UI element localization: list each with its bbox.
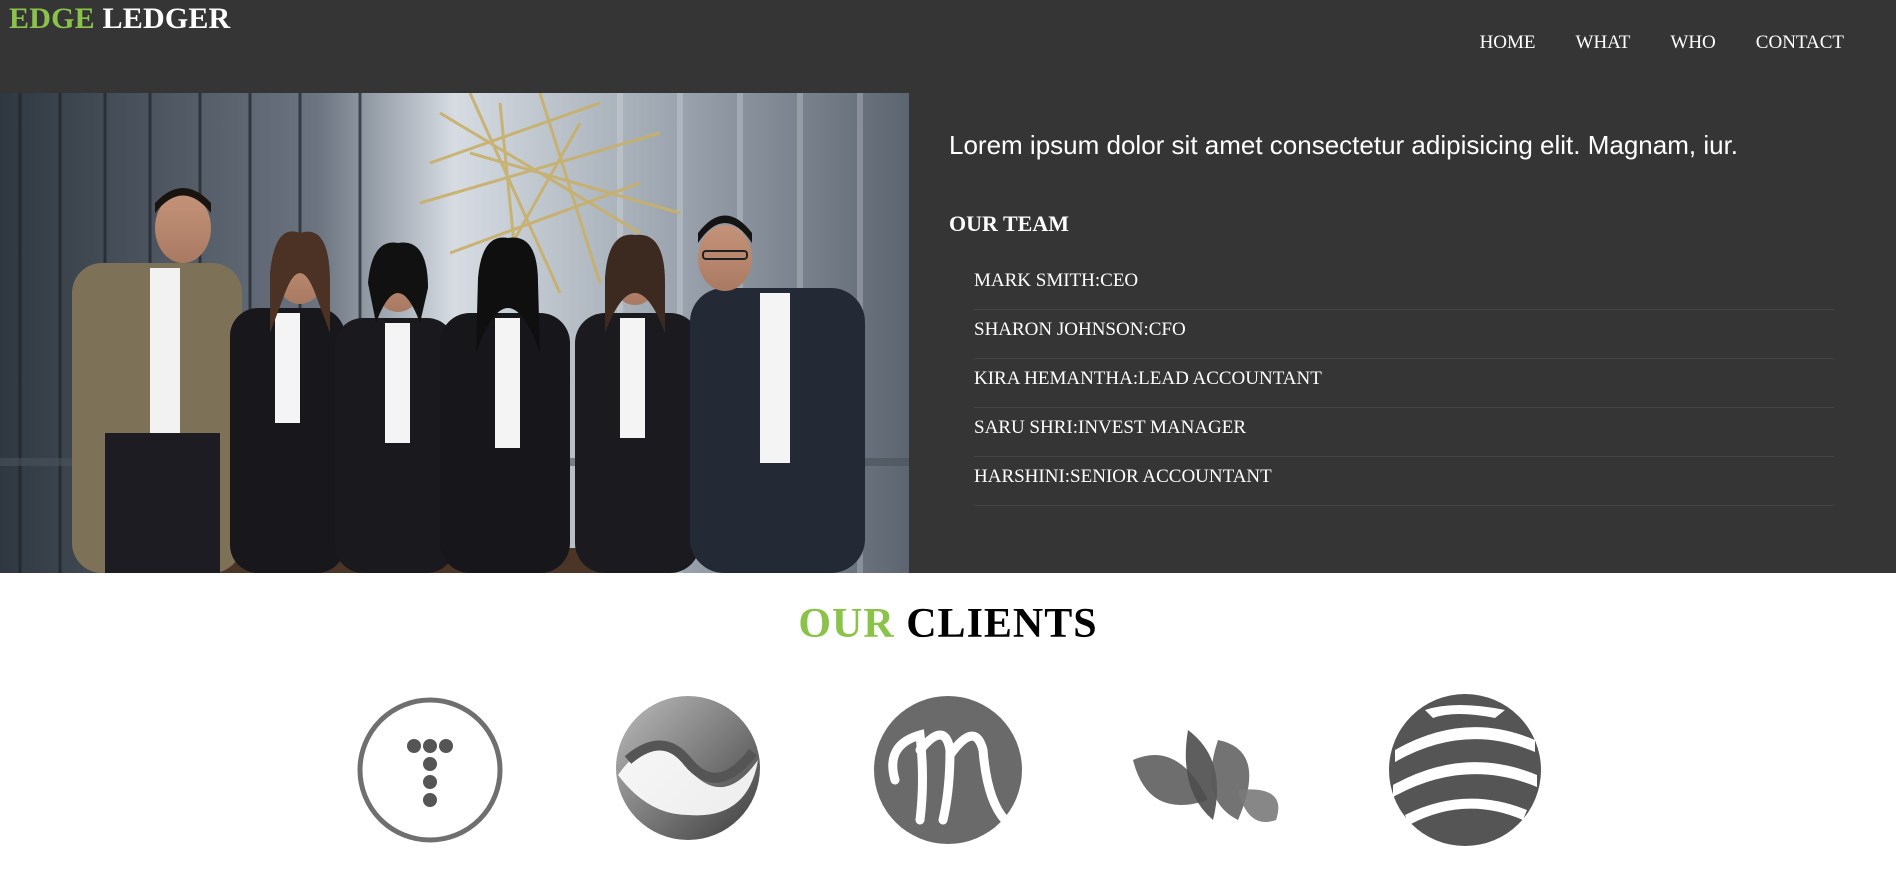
nav-home[interactable]: HOME bbox=[1480, 32, 1536, 54]
script-m-logo[interactable] bbox=[865, 690, 1025, 850]
nav-who[interactable]: WHO bbox=[1670, 32, 1715, 54]
swirl-sphere-logo[interactable] bbox=[608, 690, 768, 850]
team-member: MARK SMITH:CEO bbox=[974, 261, 1834, 310]
client-logos bbox=[0, 690, 1896, 850]
team-photo bbox=[0, 93, 909, 573]
clients-title-part1: OUR bbox=[798, 601, 895, 647]
team-member: SARU SHRI:INVEST MANAGER bbox=[974, 408, 1834, 457]
clients-title-part2: CLIENTS bbox=[906, 601, 1098, 647]
main-nav: HOME WHAT WHO CONTACT bbox=[1440, 32, 1844, 54]
team-member: KIRA HEMANTHA:LEAD ACCOUNTANT bbox=[974, 359, 1834, 408]
brand-part1: EDGE bbox=[9, 2, 95, 35]
team-title: OUR TEAM bbox=[949, 211, 1069, 236]
team-member: SHARON JOHNSON:CFO bbox=[974, 310, 1834, 359]
hero-section: Lorem ipsum dolor sit amet consectetur a… bbox=[0, 93, 1896, 573]
leaf-petals-logo[interactable] bbox=[1128, 690, 1288, 850]
dots-t-logo[interactable] bbox=[350, 690, 510, 850]
clients-title: OUR CLIENTS bbox=[0, 600, 1896, 648]
striped-globe-logo[interactable] bbox=[1385, 690, 1545, 850]
hero-lead-text: Lorem ipsum dolor sit amet consectetur a… bbox=[949, 130, 1739, 160]
nav-what[interactable]: WHAT bbox=[1576, 32, 1631, 54]
site-header: EDGE LEDGER HOME WHAT WHO CONTACT bbox=[0, 0, 1896, 93]
brand-logo[interactable]: EDGE LEDGER bbox=[9, 2, 230, 36]
brand-part2: LEDGER bbox=[102, 2, 231, 35]
team-list: MARK SMITH:CEO SHARON JOHNSON:CFO KIRA H… bbox=[974, 261, 1834, 506]
nav-contact[interactable]: CONTACT bbox=[1756, 32, 1844, 54]
team-member: HARSHINI:SENIOR ACCOUNTANT bbox=[974, 457, 1834, 506]
